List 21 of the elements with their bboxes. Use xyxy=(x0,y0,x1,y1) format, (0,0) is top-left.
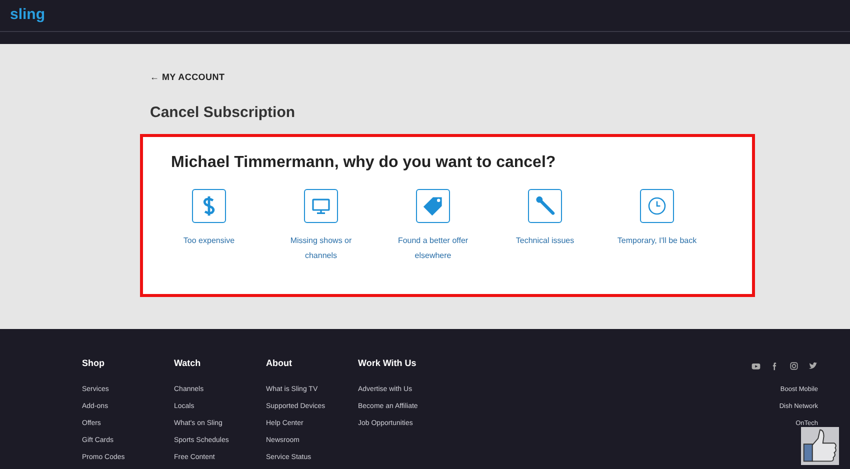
twitter-icon[interactable] xyxy=(808,361,818,371)
reason-option[interactable]: Found a better offer elsewhere xyxy=(377,188,489,262)
reason-option[interactable]: Technical issues xyxy=(489,188,601,262)
monitor-icon xyxy=(304,188,338,222)
thumbs-up-icon xyxy=(801,427,839,465)
youtube-icon[interactable] xyxy=(751,361,761,371)
logo[interactable]: sling xyxy=(10,4,46,27)
page-title: Cancel Subscription xyxy=(150,103,296,123)
clock-icon xyxy=(640,188,674,222)
back-link[interactable]: ← MY ACCOUNT xyxy=(150,71,225,84)
tag-icon xyxy=(416,188,450,222)
footer-heading: About xyxy=(266,357,293,370)
footer-heading: Work With Us xyxy=(358,357,418,370)
instagram-icon[interactable] xyxy=(789,361,799,371)
reason-option[interactable]: Too expensive xyxy=(153,188,265,262)
question-heading: Michael Timmermann, why do you want to cancel? xyxy=(171,152,557,172)
reason-option[interactable]: Missing shows or channels xyxy=(265,188,377,262)
reason-option[interactable]: Temporary, I'll be back xyxy=(601,188,713,262)
dollar-icon xyxy=(192,188,226,222)
footer-heading: Shop xyxy=(82,357,106,370)
footer-heading: Watch xyxy=(174,357,202,370)
